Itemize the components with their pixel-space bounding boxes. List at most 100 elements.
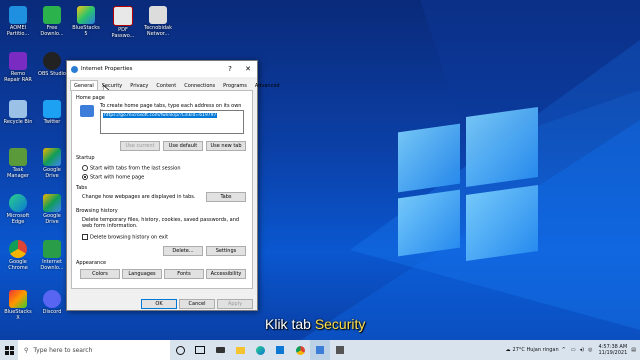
delete-on-exit-checkbox[interactable] [82,234,88,240]
system-tray: ☁ 27°C Hujan ringan ^ ▭ ◂) ◎ 4:57:38 AM … [506,340,640,360]
discord-icon [43,290,61,308]
download-icon [43,6,61,24]
apply-button[interactable]: Apply [217,299,253,309]
aomei-icon [9,6,27,24]
chevron-up-icon[interactable]: ^ [562,347,566,353]
desktop-icon-google-drive-2[interactable]: Google Drive [37,194,67,225]
use-new-tab-button[interactable]: Use new tab [206,141,246,151]
chrome-icon [295,345,305,355]
desktop-icon-internet-download[interactable]: Internet Downlo... [37,240,67,271]
desktop-icon-discord[interactable]: Discord [37,290,67,315]
pdf-icon [113,6,133,26]
weather-text[interactable]: 27°C Hujan ringan [513,347,559,353]
ok-button[interactable]: OK [141,299,177,309]
browsing-history-heading: Browsing history [76,208,118,214]
desktop-icon-aomei[interactable]: AOMEI Partitio... [3,6,33,37]
close-button[interactable]: ✕ [239,65,257,73]
desktop-icon-task-manager[interactable]: Task Manager [3,148,33,179]
delete-on-exit-option[interactable]: Delete browsing history on exit [82,234,168,241]
home-page-heading: Home page [76,95,105,101]
desktop-icon-edge[interactable]: Microsoft Edge [3,194,33,225]
dialog-titlebar[interactable]: Internet Properties ? ✕ [67,61,257,77]
task-view-button[interactable] [170,340,190,360]
home-icon [80,105,94,117]
dialog-title: Internet Properties [81,66,133,72]
desktop-icon-chrome[interactable]: Google Chrome [3,240,33,271]
startup-option-last-session[interactable]: Start with tabs from the last session [82,165,181,172]
folder-icon [235,346,245,354]
home-page-url: https://go.microsoft.com/fwlink/p/?LinkI… [103,113,218,118]
search-icon: ⚲ [24,346,29,354]
start-button[interactable] [0,340,18,360]
task-view-icon [175,345,185,355]
taskbar-chrome[interactable] [290,340,310,360]
taskbar-app-extra[interactable] [330,340,350,360]
taskbar-search-box[interactable]: ⚲ Type here to search [18,340,170,360]
desktop-icon-bluestacks-x[interactable]: BlueStacks X [3,290,33,321]
chrome-icon [9,240,27,258]
network-icon[interactable]: ▭ [571,347,576,353]
colors-button[interactable]: Colors [80,269,120,279]
desktop-icon-google-drive[interactable]: Google Drive [37,148,67,179]
idm-icon [43,240,61,258]
general-tab-panel: Home page To create home page tabs, type… [71,90,253,289]
desktop-icon-free-download[interactable]: Free Downlo... [37,6,67,37]
volume-icon[interactable]: ◂) [580,347,584,353]
browsing-history-description: Delete temporary files, history, cookies… [82,217,240,229]
startup-option-home-page[interactable]: Start with home page [82,174,144,181]
bluestacks-x-icon [9,290,27,308]
taskbar-store[interactable] [270,340,290,360]
desktop-icon-remo-repair[interactable]: Remo Repair RAR [3,52,33,83]
rar-icon [9,52,27,70]
home-page-url-field[interactable]: https://go.microsoft.com/fwlink/p/?LinkI… [100,110,244,134]
cancel-button[interactable]: Cancel [179,299,215,309]
help-button[interactable]: ? [221,65,239,73]
google-drive-icon [43,148,61,166]
subtitle-text: Klik tab [265,316,311,332]
languages-button[interactable]: Languages [122,269,162,279]
tab-advanced[interactable]: Advanced [251,80,284,91]
settings-button[interactable]: Settings [206,246,246,256]
taskbar-file-explorer[interactable] [230,340,250,360]
task-manager-icon [9,148,27,166]
tabs-button[interactable]: Tabs [206,192,246,202]
notification-icon[interactable]: ▤ [631,347,636,353]
tabs-heading: Tabs [76,185,88,191]
edge-icon [9,194,27,212]
twitter-icon [43,100,61,118]
radio-home-page[interactable] [82,174,88,180]
camera-icon [215,347,225,353]
taskbar-camera-app[interactable] [210,340,230,360]
store-icon [276,346,284,354]
windows-logo [398,98,548,268]
desktop-icon-tecnobidak[interactable]: Tecnobidak Networ... [143,6,173,37]
taskbar-internet-properties[interactable] [310,340,330,360]
desktop-icon-bluestacks5[interactable]: BlueStacks 5 [71,6,101,37]
use-current-button[interactable]: Use current [120,141,160,151]
clock-date: 11/19/2021 [598,350,628,356]
taskbar: ⚲ Type here to search ☁ 27°C Hujan ringa… [0,340,640,360]
language-icon[interactable]: ◎ [588,347,592,353]
accessibility-button[interactable]: Accessibility [206,269,246,279]
app-icon [336,346,344,354]
desktop-icon-recycle-bin[interactable]: Recycle Bin [3,100,33,125]
desktop-icon-pdf-password[interactable]: PDF Passwo... [108,6,138,39]
widgets-button[interactable] [190,340,210,360]
fonts-button[interactable]: Fonts [164,269,204,279]
desktop-icon-twitter[interactable]: Twitter [37,100,67,125]
subtitle-highlight: Security [314,316,366,332]
recycle-bin-icon [9,100,27,118]
radio-last-session[interactable] [82,165,88,171]
tabs-description: Change how webpages are displayed in tab… [82,194,196,200]
internet-options-icon [316,346,324,354]
use-default-button[interactable]: Use default [163,141,203,151]
appearance-heading: Appearance [76,260,107,266]
taskbar-edge[interactable] [250,340,270,360]
delete-button[interactable]: Delete... [163,246,203,256]
search-placeholder: Type here to search [33,346,93,354]
internet-options-icon [71,65,78,73]
clock[interactable]: 4:57:38 AM 11/19/2021 [598,344,627,356]
desktop-icon-obs[interactable]: OBS Studio [37,52,67,77]
bluestacks-icon [77,6,95,24]
windows-start-icon [4,345,14,355]
